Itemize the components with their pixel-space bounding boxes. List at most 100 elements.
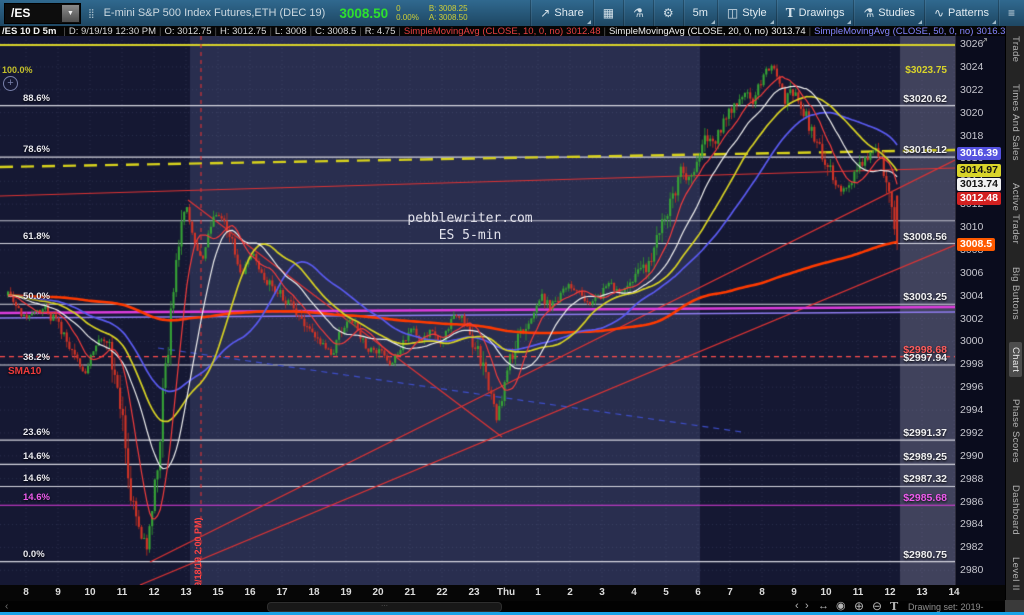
sidebar-tab-trade[interactable]: Trade bbox=[1010, 36, 1021, 62]
sidebar-tab-active-trader[interactable]: Active Trader bbox=[1010, 183, 1021, 244]
sidebar-tab-dashboard[interactable]: Dashboard bbox=[1010, 485, 1021, 535]
time-tick-label: 10 bbox=[84, 587, 96, 598]
bid-ask-block: B: 3008.25 A: 3008.50 bbox=[429, 4, 468, 22]
text-tool-icon: T bbox=[785, 6, 795, 20]
chart-canvas[interactable] bbox=[0, 36, 955, 585]
time-tick-label: 17 bbox=[276, 587, 288, 598]
timeframe-button[interactable]: 5m bbox=[682, 0, 717, 26]
bottom-bar: ‹ ⋯ ‹ › ↔ ◉ ⊕ ⊖ T Drawing set: 2019-0919… bbox=[0, 600, 1005, 615]
watermark-line1: pebblewriter.com bbox=[407, 211, 533, 226]
settings-button[interactable]: ⚙ bbox=[652, 0, 683, 26]
link-grid-icon[interactable]: ⣿ bbox=[88, 8, 95, 18]
zoom-in-icon[interactable]: ⊕ bbox=[854, 600, 864, 612]
sidebar-tab-big-buttons[interactable]: Big Buttons bbox=[1010, 267, 1021, 320]
price-tick-label: 3018 bbox=[960, 129, 984, 142]
time-tick-label: 19 bbox=[340, 587, 352, 598]
time-tick-label: 12 bbox=[148, 587, 160, 598]
ohlc-field: D: 9/19/19 12:30 PM bbox=[68, 26, 156, 36]
text-tool-icon[interactable]: T bbox=[890, 601, 898, 612]
time-tick-label: 10 bbox=[820, 587, 832, 598]
drawings-button[interactable]: T Drawings bbox=[775, 0, 854, 26]
chart-plot-area[interactable]: + 100.0% $3023.75 pebblewriter.com ES 5-… bbox=[0, 36, 955, 585]
fib-price-label: $2987.32 bbox=[903, 473, 947, 486]
price-tick-label: 2990 bbox=[960, 449, 984, 462]
horizontal-scrollbar-thumb[interactable]: ⋯ bbox=[267, 602, 502, 612]
price-tick-label: 3006 bbox=[960, 266, 984, 279]
price-tick-label: 2988 bbox=[960, 472, 984, 485]
watermark: pebblewriter.com ES 5-min bbox=[350, 210, 590, 244]
patterns-button[interactable]: ∿ Patterns bbox=[923, 0, 998, 26]
pan-both-icon[interactable]: ↔ bbox=[818, 601, 829, 612]
price-tick-label: 2994 bbox=[960, 404, 984, 417]
menu-button[interactable]: ≡ bbox=[997, 0, 1024, 26]
fib-price-label: $2997.94 bbox=[903, 352, 947, 364]
flask-icon: ⚗ bbox=[633, 6, 644, 20]
sidebar-tab-times-and-sales[interactable]: Times And Sales bbox=[1010, 84, 1021, 161]
symbol-dropdown-button[interactable]: ▼ bbox=[62, 4, 79, 22]
share-button[interactable]: ↗ Share bbox=[530, 0, 592, 26]
symbol-input[interactable]: /ES bbox=[5, 6, 61, 20]
patterns-icon: ∿ bbox=[933, 6, 945, 20]
fib-percent-label: 78.6% bbox=[23, 144, 50, 156]
price-tick-label: 2998 bbox=[960, 358, 984, 371]
price-axis[interactable]: ↗ 30263024302230203018301630143012301030… bbox=[955, 36, 1006, 585]
pan-right-icon[interactable]: › bbox=[805, 601, 809, 612]
scroll-left-edge-icon[interactable]: ‹ bbox=[5, 601, 8, 612]
quick-study-button[interactable]: ⚗ bbox=[623, 0, 653, 26]
zoom-out-icon[interactable]: ⊖ bbox=[872, 600, 882, 612]
hamburger-icon: ≡ bbox=[1007, 6, 1015, 20]
studies-button[interactable]: ⚗ Studies bbox=[853, 0, 923, 26]
ohlc-field: O: 3012.75 bbox=[164, 26, 212, 36]
price-tick-label: 3022 bbox=[960, 83, 984, 96]
ohlc-field: H: 3012.75 bbox=[219, 26, 267, 36]
time-tick-label: 18 bbox=[308, 587, 320, 598]
fib-price-label: $2989.25 bbox=[903, 451, 947, 464]
header-separator: | bbox=[359, 26, 362, 36]
time-tick-label: 22 bbox=[436, 587, 448, 598]
fib-price-label: $2985.68 bbox=[903, 492, 947, 505]
fib-percent-label: 23.6% bbox=[23, 427, 50, 439]
time-tick-label: 5 bbox=[663, 587, 669, 598]
time-tick-label: 23 bbox=[468, 587, 480, 598]
fib-100-price-label: $3023.75 bbox=[905, 65, 947, 76]
time-tick-label: 11 bbox=[852, 587, 864, 598]
pan-left-icon[interactable]: ‹ bbox=[795, 601, 799, 612]
fib-percent-label: 14.6% bbox=[23, 451, 50, 463]
header-separator: | bbox=[309, 26, 313, 36]
header-separator: | bbox=[214, 26, 217, 36]
sidebar-tab-level-ii[interactable]: Level II bbox=[1010, 557, 1021, 591]
bid-value: B: 3008.25 bbox=[428, 4, 468, 13]
sidebar-tab-phase-scores[interactable]: Phase Scores bbox=[1010, 399, 1021, 463]
time-tick-label: 21 bbox=[404, 587, 416, 598]
gear-icon: ⚙ bbox=[662, 6, 674, 20]
time-tick-label: 14 bbox=[948, 587, 960, 598]
gadget-sidebar: Trade Times And Sales Active Trader Big But… bbox=[1005, 26, 1024, 615]
study-value: 3013.74 bbox=[771, 26, 806, 36]
price-tick-label: 2996 bbox=[960, 381, 984, 394]
ohlc-field: R: 4.75 bbox=[364, 26, 396, 36]
time-tick-label: 16 bbox=[244, 587, 256, 598]
top-toolbar: /ES ▼ ⣿ E-mini S&P 500 Index Futures,ETH… bbox=[0, 0, 1024, 26]
fib-percent-label: 38.2% bbox=[23, 352, 50, 363]
sma10-left-label: SMA10 bbox=[8, 366, 42, 377]
auto-center-icon[interactable]: ◉ bbox=[836, 601, 846, 612]
style-button[interactable]: ◫ Style bbox=[716, 0, 776, 26]
time-tick-label: 15 bbox=[212, 587, 224, 598]
events-button[interactable]: ▦ bbox=[592, 0, 623, 26]
symbol-box[interactable]: /ES ▼ bbox=[4, 2, 81, 24]
time-tick-label: 7 bbox=[727, 587, 733, 598]
sidebar-tab-chart[interactable]: Chart bbox=[1009, 341, 1022, 377]
time-tick-label: 13 bbox=[916, 587, 928, 598]
price-bubble: 3012.48 bbox=[957, 192, 1001, 206]
crosshair-tool-icon[interactable]: + bbox=[3, 76, 18, 91]
ohlc-field: C: 3008.5 bbox=[315, 26, 357, 36]
price-tick-label: 3020 bbox=[960, 106, 984, 119]
header-separator: | bbox=[398, 26, 401, 36]
time-tick-label: 6 bbox=[695, 587, 701, 598]
time-tick-label: 12 bbox=[884, 587, 896, 598]
time-tick-label: 2 bbox=[567, 587, 573, 598]
price-tick-label: 2980 bbox=[960, 564, 984, 577]
study-label: SimpleMovingAvg (CLOSE, 10, 0, no) bbox=[403, 26, 564, 36]
fib-price-label: $3016.12 bbox=[903, 144, 947, 157]
fib-price-label: $2980.75 bbox=[903, 548, 947, 561]
